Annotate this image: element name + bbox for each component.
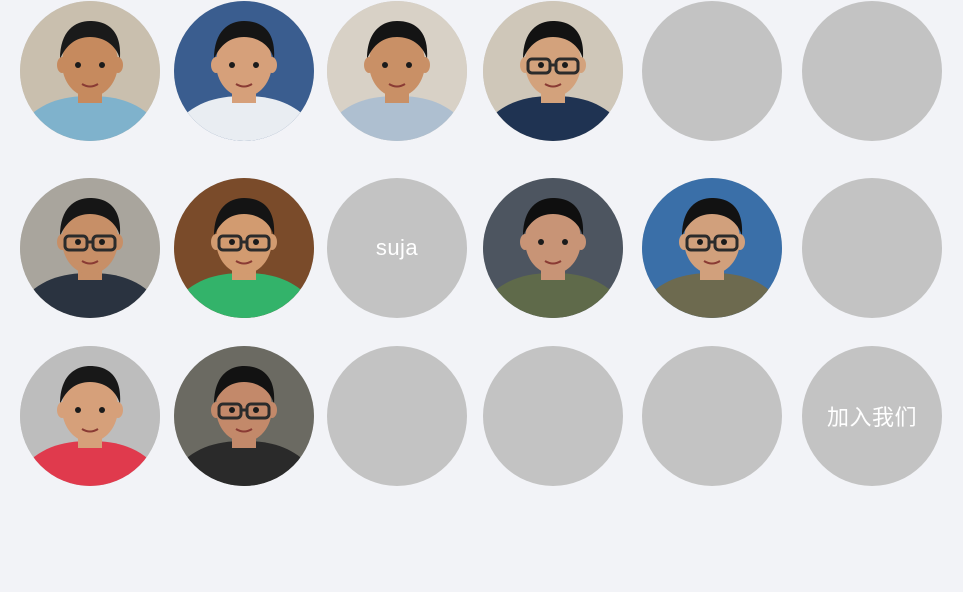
team-member-avatar[interactable] xyxy=(174,178,314,318)
avatar-photo xyxy=(642,178,782,318)
avatar-photo xyxy=(174,1,314,141)
team-member-avatar[interactable] xyxy=(642,178,782,318)
avatar-photo xyxy=(20,346,160,486)
team-member-avatar[interactable] xyxy=(20,178,160,318)
avatar-photo xyxy=(483,1,623,141)
empty-avatar-placeholder[interactable] xyxy=(327,346,467,486)
empty-avatar-placeholder[interactable] xyxy=(642,1,782,141)
team-member-avatar[interactable] xyxy=(483,178,623,318)
team-member-avatar[interactable] xyxy=(174,346,314,486)
avatar-photo xyxy=(174,346,314,486)
avatar-photo xyxy=(483,178,623,318)
team-member-avatar[interactable] xyxy=(20,1,160,141)
empty-avatar-placeholder[interactable] xyxy=(483,346,623,486)
empty-avatar-placeholder[interactable] xyxy=(802,178,942,318)
team-member-avatar[interactable] xyxy=(20,346,160,486)
team-member-avatar[interactable] xyxy=(483,1,623,141)
avatar-photo xyxy=(174,178,314,318)
avatar-photo xyxy=(20,1,160,141)
avatar-photo xyxy=(327,1,467,141)
avatar-label: 加入我们 xyxy=(826,405,917,430)
empty-avatar-placeholder[interactable] xyxy=(642,346,782,486)
avatar-label: suja xyxy=(375,235,419,260)
team-member-avatar-placeholder[interactable]: suja xyxy=(327,178,467,318)
team-avatar-grid: suja 加入我们 xyxy=(0,0,963,592)
join-us-button[interactable]: 加入我们 xyxy=(802,346,942,486)
team-member-avatar[interactable] xyxy=(174,1,314,141)
team-member-avatar[interactable] xyxy=(327,1,467,141)
empty-avatar-placeholder[interactable] xyxy=(802,1,942,141)
avatar-photo xyxy=(20,178,160,318)
